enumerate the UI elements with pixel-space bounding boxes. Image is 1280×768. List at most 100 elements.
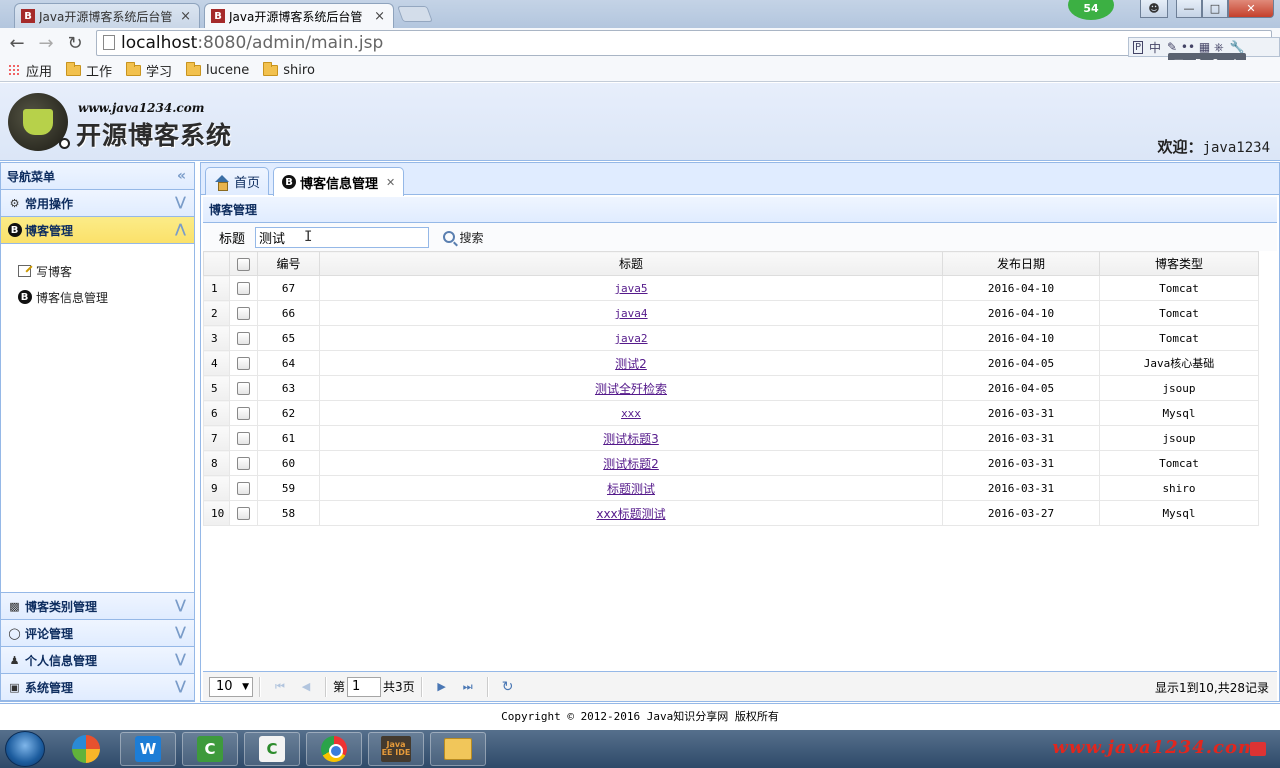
close-window-icon[interactable]: ✕ (1228, 0, 1274, 18)
prev-page-icon[interactable]: ◀ (295, 676, 317, 698)
column-header-id[interactable]: 编号 (257, 251, 320, 276)
next-page-icon[interactable]: ▶ (431, 676, 453, 698)
start-button[interactable] (5, 731, 45, 767)
reload-icon[interactable]: ↻ (63, 32, 87, 56)
back-arrow-icon[interactable]: ← (5, 32, 29, 56)
section-blog-management[interactable]: B 博客管理 ⋀ (1, 217, 194, 244)
tab-label: 首页 (234, 176, 261, 191)
table-row[interactable]: 1 67 java5 2016-04-10 Tomcat (203, 275, 1259, 301)
expand-chevron-icon[interactable]: ⋁ (175, 652, 186, 667)
blog-icon: B (17, 290, 32, 304)
select-all-checkbox[interactable] (229, 251, 258, 276)
bookmark-folder-work[interactable]: 工作 (66, 61, 112, 80)
last-page-icon[interactable]: ⏭ (457, 676, 479, 698)
row-checkbox[interactable] (229, 350, 258, 376)
table-row[interactable]: 7 61 测试标题3 2016-03-31 jsoup (203, 425, 1259, 451)
expand-chevron-icon[interactable]: ⋁ (175, 195, 186, 210)
minimize-icon[interactable]: — (1176, 0, 1202, 18)
tab-close-icon[interactable]: × (180, 9, 191, 24)
column-header-type[interactable]: 博客类型 (1099, 251, 1259, 276)
cell-type: Mysql (1099, 500, 1259, 526)
table-row[interactable]: 10 58 xxx标题测试 2016-03-27 Mysql (203, 500, 1259, 526)
tray-icon[interactable] (1250, 742, 1266, 756)
row-checkbox[interactable] (229, 325, 258, 351)
new-tab-button[interactable] (397, 6, 433, 22)
tab-close-icon[interactable]: × (374, 9, 385, 24)
table-header-row: 编号 标题 发布日期 博客类型 (203, 251, 1259, 276)
row-number: 4 (203, 350, 230, 376)
title-search-input[interactable] (255, 226, 430, 248)
cell-id: 59 (257, 475, 320, 501)
file-explorer-icon[interactable] (430, 732, 486, 766)
blog-title-link[interactable]: 测试标题2 (603, 457, 659, 471)
section-personal-info[interactable]: ♟ 个人信息管理 ⋁ (1, 647, 194, 674)
row-checkbox[interactable] (229, 450, 258, 476)
wrench-icon[interactable]: 🔧 (1230, 40, 1245, 54)
bookmark-folder-shiro[interactable]: shiro (263, 62, 315, 78)
expand-chevron-icon[interactable]: ⋁ (175, 598, 186, 613)
table-row[interactable]: 9 59 标题测试 2016-03-31 shiro (203, 475, 1259, 501)
menu-blog-info-management[interactable]: B 博客信息管理 (1, 284, 194, 310)
page-number-input[interactable]: 1 (347, 676, 382, 697)
blog-title-link[interactable]: java5 (614, 282, 647, 295)
user-profile-icon[interactable]: ☻ (1140, 0, 1168, 18)
table-row[interactable]: 3 65 java2 2016-04-10 Tomcat (203, 325, 1259, 351)
bookmark-apps[interactable]: 应用 (8, 61, 52, 80)
cell-id: 61 (257, 425, 320, 451)
row-checkbox[interactable] (229, 425, 258, 451)
java-ee-ide-icon[interactable]: Java EE IDE (368, 732, 424, 766)
picture-viewer-icon[interactable] (58, 732, 114, 766)
word-icon[interactable]: W (120, 732, 176, 766)
section-common-ops[interactable]: ⚙ 常用操作 ⋁ (1, 190, 194, 217)
blog-title-link[interactable]: 测试标题3 (603, 432, 659, 446)
blog-title-link[interactable]: xxx标题测试 (596, 507, 665, 521)
table-row[interactable]: 2 66 java4 2016-04-10 Tomcat (203, 300, 1259, 326)
tab-close-icon[interactable]: ✕ (386, 176, 395, 189)
section-blog-type-management[interactable]: ▩ 博客类别管理 ⋁ (1, 593, 194, 620)
camtasia-recorder-icon[interactable]: C (244, 732, 300, 766)
bookmark-folder-study[interactable]: 学习 (126, 61, 172, 80)
refresh-icon[interactable]: ↻ (497, 676, 519, 698)
address-bar[interactable]: localhost:8080/admin/main.jsp (96, 30, 1272, 56)
collapse-chevron-icon[interactable]: ⋀ (175, 222, 186, 237)
browser-tab-2[interactable]: B Java开源博客系统后台管 × (204, 3, 394, 28)
tab-blog-info-management[interactable]: B 博客信息管理 ✕ (273, 167, 405, 196)
blog-title-link[interactable]: 测试全歼检索 (595, 382, 667, 396)
chrome-icon[interactable] (306, 732, 362, 766)
search-button[interactable]: 搜索 (443, 229, 483, 246)
expand-chevron-icon[interactable]: ⋁ (175, 679, 186, 694)
blog-title-link[interactable]: 标题测试 (607, 482, 655, 496)
edit-icon (17, 264, 32, 278)
pager-separator (325, 676, 327, 697)
blog-title-link[interactable]: java4 (614, 307, 647, 320)
table-row[interactable]: 4 64 测试2 2016-04-05 Java核心基础 (203, 350, 1259, 376)
column-header-date[interactable]: 发布日期 (942, 251, 1100, 276)
table-row[interactable]: 5 63 测试全歼检索 2016-04-05 jsoup (203, 375, 1259, 401)
camtasia-icon[interactable]: C (182, 732, 238, 766)
forward-arrow-icon[interactable]: → (34, 32, 58, 56)
first-page-icon[interactable]: ⏮ (269, 676, 291, 698)
section-system-management[interactable]: ▣ 系统管理 ⋁ (1, 674, 194, 701)
row-checkbox[interactable] (229, 275, 258, 301)
notification-badge[interactable]: 54 (1068, 0, 1114, 20)
blog-title-link[interactable]: 测试2 (615, 357, 647, 371)
bookmark-folder-lucene[interactable]: lucene (186, 62, 249, 78)
tab-home[interactable]: 首页 (205, 167, 270, 195)
row-checkbox[interactable] (229, 475, 258, 501)
row-checkbox[interactable] (229, 400, 258, 426)
page-size-select[interactable]: 10 ▼ (209, 676, 253, 697)
section-comment-management[interactable]: ◯ 评论管理 ⋁ (1, 620, 194, 647)
blog-title-link[interactable]: xxx (621, 407, 641, 420)
browser-tab-1[interactable]: B Java开源博客系统后台管 × (14, 3, 200, 28)
blog-title-link[interactable]: java2 (614, 332, 647, 345)
maximize-icon[interactable]: □ (1202, 0, 1228, 18)
column-header-title[interactable]: 标题 (319, 251, 943, 276)
row-checkbox[interactable] (229, 300, 258, 326)
expand-chevron-icon[interactable]: ⋁ (175, 625, 186, 640)
row-checkbox[interactable] (229, 375, 258, 401)
menu-write-blog[interactable]: 写博客 (1, 258, 194, 284)
row-checkbox[interactable] (229, 500, 258, 526)
collapse-left-icon[interactable]: « (177, 168, 186, 184)
table-row[interactable]: 8 60 测试标题2 2016-03-31 Tomcat (203, 450, 1259, 476)
table-row[interactable]: 6 62 xxx 2016-03-31 Mysql (203, 400, 1259, 426)
